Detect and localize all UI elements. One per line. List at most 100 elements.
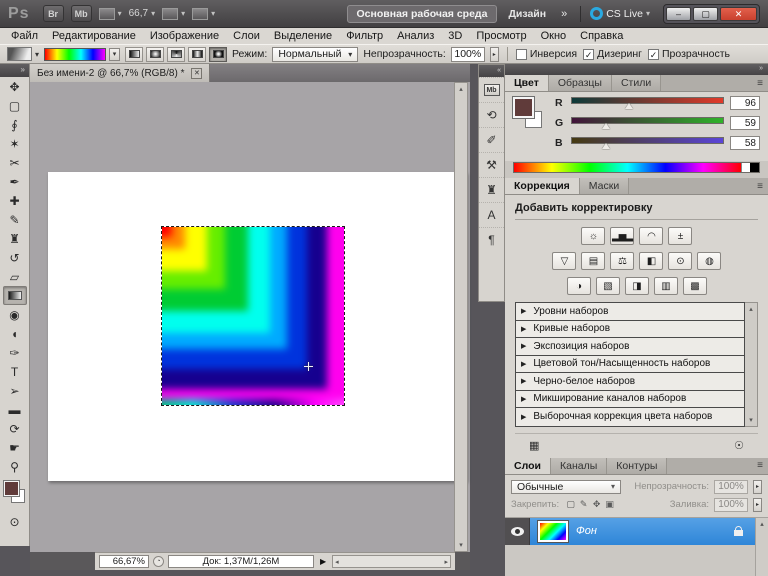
bridge-button[interactable]: Br bbox=[43, 5, 64, 22]
color-balance-icon[interactable]: ⚖ bbox=[610, 252, 634, 270]
clip-visibility-icon[interactable]: ☉ bbox=[734, 439, 744, 452]
preset-Уровни наборов[interactable]: ▶Уровни наборов bbox=[516, 303, 744, 321]
layer-fill-input[interactable]: 100% bbox=[714, 498, 748, 512]
minibridge-button[interactable]: Mb bbox=[71, 5, 92, 22]
preset-Цветовой тон/Насыщенность наборов[interactable]: ▶Цветовой тон/Насыщенность наборов bbox=[516, 356, 744, 374]
white-chip[interactable] bbox=[741, 163, 750, 172]
lock-all-icon[interactable]: ▣ bbox=[603, 499, 616, 510]
layer-visibility-toggle[interactable] bbox=[505, 518, 530, 545]
slider-track[interactable] bbox=[571, 137, 724, 144]
crop-tool[interactable]: ✂ bbox=[3, 153, 27, 172]
status-zoom-input[interactable]: 66,67% bbox=[99, 555, 149, 568]
history-icon[interactable]: ⟲ bbox=[479, 102, 504, 127]
preset-Выборочная коррекция цвета наборов[interactable]: ▶Выборочная коррекция цвета наборов bbox=[516, 408, 744, 426]
lasso-tool[interactable]: ∮ bbox=[3, 115, 27, 134]
radial-gradient-button[interactable] bbox=[146, 47, 164, 62]
foreground-color-swatch[interactable] bbox=[4, 481, 19, 496]
slider-track[interactable] bbox=[571, 97, 724, 104]
menu-Окно[interactable]: Окно bbox=[534, 30, 574, 42]
panels-collapse-button[interactable]: » bbox=[505, 64, 768, 75]
screen-mode-button[interactable]: ▾ bbox=[192, 8, 215, 20]
brush-tool[interactable]: ✎ bbox=[3, 210, 27, 229]
vertical-scrollbar[interactable]: ▴ ▾ bbox=[454, 82, 468, 552]
arrange-documents-button[interactable]: ▾ bbox=[162, 8, 185, 20]
menu-3D[interactable]: 3D bbox=[441, 30, 469, 42]
document-tab[interactable]: Без имени-2 @ 66,7% (RGB/8) * ✕ bbox=[30, 64, 210, 82]
scroll-down-icon[interactable]: ▾ bbox=[459, 541, 463, 549]
brightness-contrast-icon[interactable]: ☼ bbox=[581, 227, 605, 245]
gradient-map-icon[interactable]: ▥ bbox=[654, 277, 678, 295]
opacity-spinner[interactable]: ▸ bbox=[490, 47, 499, 62]
spectrum-ramp[interactable] bbox=[514, 163, 741, 172]
gradient-selection[interactable] bbox=[161, 226, 345, 406]
quick-selection-tool[interactable]: ✶ bbox=[3, 134, 27, 153]
zoom-tool[interactable]: ⚲ bbox=[3, 457, 27, 476]
shape-tool[interactable]: ▬ bbox=[3, 400, 27, 419]
tab-Маски[interactable]: Маски bbox=[580, 178, 629, 194]
slider-g[interactable] bbox=[571, 117, 724, 129]
quick-mask-button[interactable]: ⊙ bbox=[3, 512, 27, 531]
slider-value-input[interactable]: 59 bbox=[730, 116, 760, 130]
menu-Просмотр[interactable]: Просмотр bbox=[469, 30, 533, 42]
brush-presets-icon[interactable]: ✐ bbox=[479, 127, 504, 152]
checkbox-Инверсия[interactable]: Инверсия bbox=[516, 48, 577, 60]
slider-value-input[interactable]: 96 bbox=[730, 96, 760, 110]
color-ramp[interactable] bbox=[513, 162, 760, 173]
tab-Контуры[interactable]: Контуры bbox=[607, 458, 667, 474]
layer-opacity-input[interactable]: 100% bbox=[714, 480, 748, 494]
slider-handle[interactable] bbox=[625, 103, 633, 109]
layers-menu-icon[interactable]: ≡ bbox=[752, 458, 768, 474]
slider-value-input[interactable]: 58 bbox=[730, 136, 760, 150]
slider-handle[interactable] bbox=[602, 123, 610, 129]
checkbox-Дизеринг[interactable]: ✓Дизеринг bbox=[583, 48, 642, 60]
type-tool[interactable]: T bbox=[3, 362, 27, 381]
slider-b[interactable] bbox=[571, 137, 724, 149]
history-brush-tool[interactable]: ↺ bbox=[3, 248, 27, 267]
layers-scrollbar[interactable]: ▴ ▾ bbox=[755, 518, 768, 576]
tools-collapse-button[interactable]: » bbox=[0, 64, 29, 77]
opacity-spinner[interactable]: ▸ bbox=[753, 480, 762, 494]
preset-Микширование каналов наборов[interactable]: ▶Микширование каналов наборов bbox=[516, 391, 744, 409]
eyedropper-tool[interactable]: ✒ bbox=[3, 172, 27, 191]
checkbox-Прозрачность[interactable]: ✓Прозрачность bbox=[648, 48, 730, 60]
scroll-up-icon[interactable]: ▴ bbox=[459, 85, 463, 93]
tab-Образцы[interactable]: Образцы bbox=[549, 75, 612, 91]
reflected-gradient-button[interactable] bbox=[188, 47, 206, 62]
workspace-more-button[interactable]: » bbox=[557, 8, 571, 20]
clone-stamp-tool[interactable]: ♜ bbox=[3, 229, 27, 248]
menu-Изображение[interactable]: Изображение bbox=[143, 30, 226, 42]
preset-Экспозиция наборов[interactable]: ▶Экспозиция наборов bbox=[516, 338, 744, 356]
invert-icon[interactable]: ◑ bbox=[567, 277, 591, 295]
preset-Кривые наборов[interactable]: ▶Кривые наборов bbox=[516, 321, 744, 339]
tab-Слои[interactable]: Слои bbox=[505, 458, 551, 474]
menu-Слои[interactable]: Слои bbox=[226, 30, 267, 42]
blur-tool[interactable]: ◉ bbox=[3, 305, 27, 324]
canvas-page[interactable] bbox=[48, 172, 467, 481]
lock-pixels-icon[interactable]: ✎ bbox=[577, 499, 590, 510]
paragraph-icon[interactable]: ¶ bbox=[479, 227, 504, 252]
slider-r[interactable] bbox=[571, 97, 724, 109]
menu-Выделение[interactable]: Выделение bbox=[267, 30, 339, 42]
scroll-left-icon[interactable]: ◂ bbox=[335, 558, 339, 566]
pen-tool[interactable]: ✑ bbox=[3, 343, 27, 362]
path-selection-tool[interactable]: ➢ bbox=[3, 381, 27, 400]
gradient-picker[interactable]: ▾ bbox=[44, 48, 120, 61]
scroll-up-icon[interactable]: ▴ bbox=[749, 305, 753, 313]
tab-close-icon[interactable]: ✕ bbox=[191, 68, 202, 79]
status-flyout-button[interactable]: ▶ bbox=[318, 557, 328, 566]
menu-Редактирование[interactable]: Редактирование bbox=[45, 30, 143, 42]
curves-icon[interactable]: ◠ bbox=[639, 227, 663, 245]
checkbox-icon[interactable] bbox=[516, 49, 527, 60]
scroll-up-icon[interactable]: ▴ bbox=[760, 520, 764, 528]
layer-thumbnail[interactable] bbox=[538, 521, 568, 542]
checkbox-icon[interactable]: ✓ bbox=[583, 49, 594, 60]
exposure-icon[interactable]: ± bbox=[668, 227, 692, 245]
tool-presets-icon[interactable]: ⚒ bbox=[479, 152, 504, 177]
black-chip[interactable] bbox=[750, 163, 759, 172]
preset-scrollbar[interactable]: ▴ ▾ bbox=[745, 302, 758, 427]
adjustments-menu-icon[interactable]: ≡ bbox=[752, 178, 768, 194]
rotate-3d-tool[interactable]: ⟳ bbox=[3, 419, 27, 438]
tab-Каналы[interactable]: Каналы bbox=[551, 458, 607, 474]
lock-position-icon[interactable]: ✥ bbox=[590, 499, 603, 510]
linear-gradient-button[interactable] bbox=[125, 47, 143, 62]
